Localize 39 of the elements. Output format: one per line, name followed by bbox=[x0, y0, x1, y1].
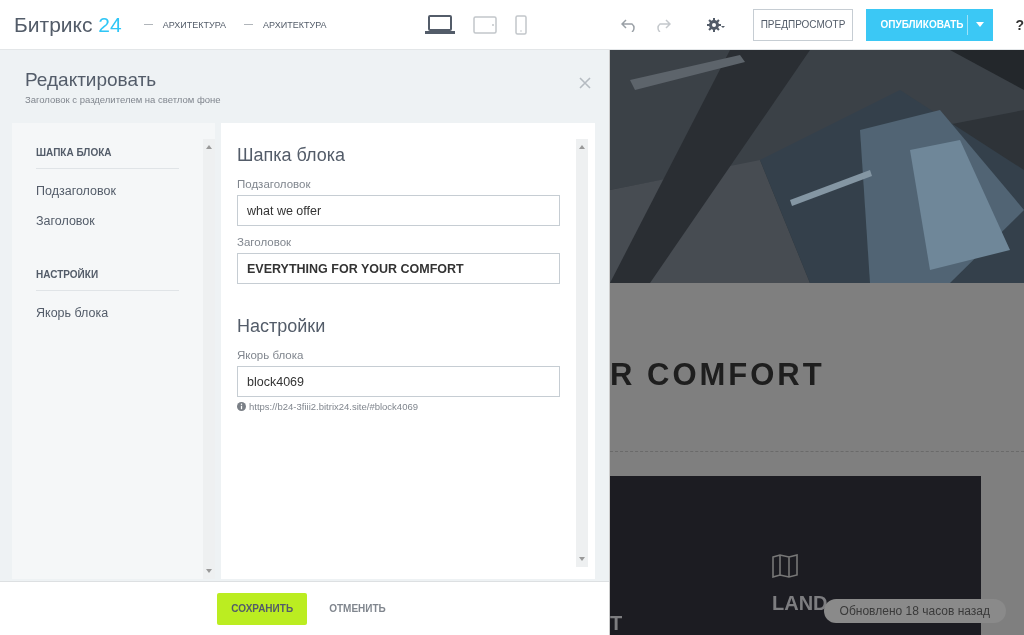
scroll-down-icon[interactable] bbox=[206, 569, 212, 573]
service-title: T bbox=[610, 612, 624, 635]
info-icon bbox=[237, 402, 246, 411]
panel-subtitle: Заголовок с разделителем на светлом фоне bbox=[25, 94, 221, 105]
tablet-icon[interactable] bbox=[472, 15, 497, 34]
section-title: Настройки bbox=[237, 316, 327, 337]
section-title: Шапка блока bbox=[237, 145, 347, 166]
nav-item[interactable]: Якорь блока bbox=[36, 301, 179, 331]
input-field[interactable]: block4069 bbox=[237, 366, 560, 397]
map-icon bbox=[772, 554, 798, 578]
scroll-up-icon[interactable] bbox=[206, 145, 212, 149]
preview-button[interactable]: ПРЕДПРОСМОТР bbox=[752, 8, 854, 41]
help-link[interactable]: ? bbox=[1015, 16, 1024, 33]
field-label: Подзаголовок bbox=[237, 178, 312, 190]
nav-heading: НАСТРОЙКИ bbox=[36, 269, 179, 291]
save-button[interactable]: СОХРАНИТЬ bbox=[217, 592, 308, 625]
breadcrumb-link[interactable]: АРХИТЕКТУРА bbox=[263, 19, 327, 30]
scroll-up-icon[interactable] bbox=[579, 145, 585, 149]
input-field[interactable]: EVERYTHING FOR YOUR COMFORT bbox=[237, 253, 560, 284]
cancel-button[interactable]: ОТМЕНИТЬ bbox=[323, 602, 392, 615]
nav-heading: ШАПКА БЛОКА bbox=[36, 147, 179, 169]
section-heading: R COMFORT bbox=[610, 357, 826, 393]
nav-item[interactable]: Подзаголовок bbox=[36, 179, 179, 209]
phone-icon[interactable] bbox=[514, 14, 527, 35]
scrollbar[interactable] bbox=[203, 139, 215, 579]
nav-item[interactable]: Заголовок bbox=[36, 209, 179, 239]
breadcrumb-link[interactable]: АРХИТЕКТУРА bbox=[162, 19, 227, 30]
laptop-icon[interactable] bbox=[424, 14, 455, 35]
scroll-down-icon[interactable] bbox=[579, 557, 585, 561]
caret-icon[interactable] bbox=[976, 22, 985, 27]
field-label: Якорь блока bbox=[237, 349, 305, 361]
scrollbar[interactable] bbox=[576, 139, 588, 567]
settings-icon[interactable] bbox=[706, 16, 725, 33]
close-icon[interactable] bbox=[579, 77, 591, 89]
panel-title: Редактировать bbox=[25, 68, 158, 92]
logo: Битрикс 24 bbox=[14, 12, 122, 37]
anchor-url: https://b24-3fiii2.bitrix24.site/#block4069 bbox=[249, 401, 418, 412]
field-label: Заголовок bbox=[237, 236, 293, 248]
input-field[interactable]: what we offer bbox=[237, 195, 560, 226]
